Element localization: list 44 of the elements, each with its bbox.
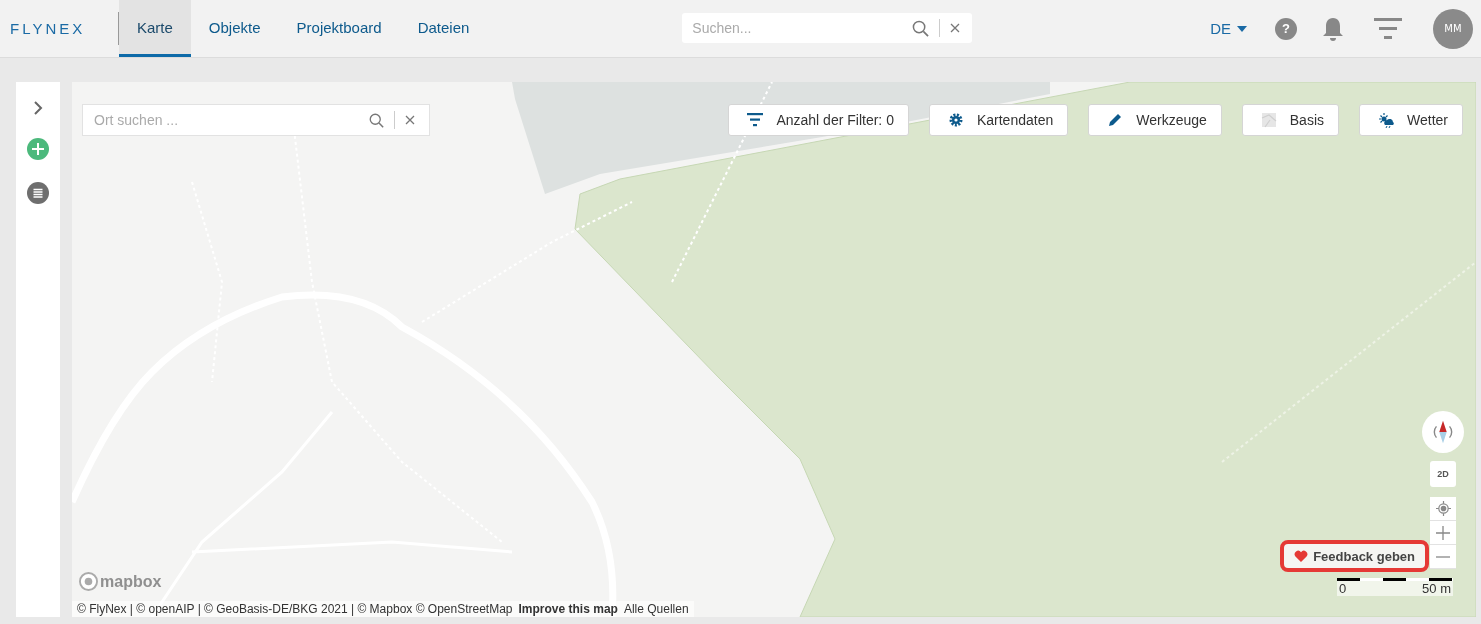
scale-label: 50 m xyxy=(1422,581,1451,596)
locate-button[interactable] xyxy=(1430,497,1456,521)
nav-tab[interactable]: Objekte xyxy=(190,0,279,57)
logo[interactable]: FLYNEX xyxy=(0,0,118,57)
toolbar-button[interactable]: Wetter xyxy=(1359,104,1463,136)
mapbox-mark-icon xyxy=(79,572,98,591)
heart-icon xyxy=(1294,550,1309,562)
bell-icon[interactable] xyxy=(1322,15,1344,42)
nav-tab[interactable]: Karte xyxy=(119,0,191,57)
scale-label: 0 xyxy=(1339,581,1347,596)
pencil-icon xyxy=(1107,112,1124,128)
search-input[interactable]: Suchen... xyxy=(692,20,903,36)
search-icon[interactable] xyxy=(369,112,384,128)
target-icon xyxy=(1435,501,1451,516)
caret-icon xyxy=(1237,25,1247,32)
map-tile-icon xyxy=(1260,112,1277,128)
toolbar-button[interactable]: Basis xyxy=(1241,104,1339,136)
view-toggle-button[interactable]: 2D xyxy=(1430,461,1456,487)
attribution-link[interactable]: Alle Quellen xyxy=(623,602,689,616)
nav-tab[interactable]: Projektboard xyxy=(278,0,400,57)
place-search-field[interactable]: Ort suchen ... xyxy=(82,104,430,136)
sun-cloud-icon xyxy=(1378,112,1394,128)
search-field[interactable]: Suchen... xyxy=(682,13,973,43)
feedback-button[interactable]: Feedback geben xyxy=(1280,540,1429,572)
chevron-right-icon[interactable] xyxy=(32,100,44,116)
minus-icon xyxy=(1436,555,1450,558)
attribution-text: © FlyNex | © openAIP | © GeoBasis-DE/BKG 2021 | © Mapbox © OpenStreetMap xyxy=(77,602,513,616)
toolbar-button[interactable]: Kartendaten xyxy=(928,104,1069,136)
plus-icon xyxy=(1436,525,1450,540)
search-icon[interactable] xyxy=(912,19,930,37)
toolbar-button[interactable]: Anzahl der Filter: 0 xyxy=(728,104,909,136)
language-dropdown[interactable]: DE xyxy=(1210,20,1247,37)
nav-tab[interactable]: Dateien xyxy=(399,0,488,57)
close-icon[interactable] xyxy=(405,115,415,125)
plus-icon[interactable] xyxy=(27,138,49,160)
filter-icon xyxy=(747,112,764,128)
attribution-link[interactable]: Improve this map xyxy=(518,602,618,616)
gear-icon xyxy=(947,112,964,128)
list-icon[interactable] xyxy=(27,182,49,204)
toolbar-button[interactable]: Werkzeuge xyxy=(1088,104,1222,136)
help-button[interactable]: ? xyxy=(1275,17,1297,40)
filter-icon[interactable] xyxy=(1374,16,1402,41)
place-search-input[interactable]: Ort suchen ... xyxy=(94,112,359,128)
close-icon[interactable] xyxy=(950,23,961,33)
